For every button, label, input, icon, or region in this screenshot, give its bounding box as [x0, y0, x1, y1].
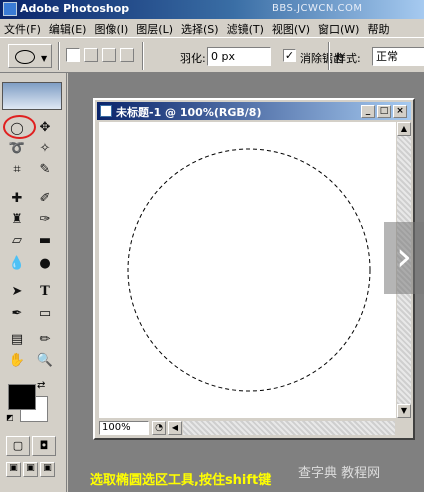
gradient-icon[interactable]: ▬ [34, 232, 56, 250]
type-icon[interactable]: T [34, 283, 56, 301]
rectangle-icon[interactable]: ▭ [34, 305, 56, 323]
scroll-left-arrow-icon[interactable]: ◀ [168, 421, 182, 435]
document-status-bar: 100% ◔ ◀ [97, 420, 397, 436]
healing-brush-icon[interactable]: ✚ [6, 190, 28, 208]
menu-file[interactable]: 文件(F) [0, 19, 45, 37]
zoom-field[interactable]: 100% [99, 421, 149, 435]
divider [58, 42, 60, 70]
divider [142, 42, 144, 70]
hand-icon[interactable]: ✋ [6, 352, 28, 370]
status-info-icon[interactable]: ◔ [152, 421, 166, 435]
tool-preset-picker[interactable]: ▼ [8, 44, 52, 68]
blur-icon[interactable]: 💧 [6, 255, 28, 273]
feather-label: 羽化: [180, 52, 206, 65]
ellipse-icon [15, 50, 35, 64]
horizontal-scrollbar[interactable] [183, 421, 395, 435]
document-title-bar[interactable]: 未标题-1 @ 100%(RGB/8) _ □ × [97, 102, 411, 120]
brush-icon[interactable]: ✐ [34, 190, 56, 208]
move-icon[interactable]: ✥ [34, 119, 56, 137]
menu-bar: 文件(F) 编辑(E) 图像(I) 图层(L) 选择(S) 滤镜(T) 视图(V) 窗口(W)… [0, 19, 424, 37]
screen-mode-standard-icon[interactable]: ▣ [6, 462, 21, 477]
slice-icon[interactable]: ✎ [34, 161, 56, 179]
subtract-selection-icon[interactable] [102, 48, 116, 62]
site-watermark: 查字典 教程网 [298, 466, 381, 481]
notes-icon[interactable]: ▤ [6, 331, 28, 349]
menu-help[interactable]: 帮助 [363, 19, 393, 37]
crop-icon[interactable]: ⌗ [6, 161, 28, 179]
path-selection-icon[interactable]: ➤ [6, 283, 28, 301]
tutorial-caption: 选取椭圆选区工具,按住shift键 [90, 473, 272, 488]
new-selection-icon[interactable] [66, 48, 80, 62]
eraser-icon[interactable]: ▱ [6, 232, 28, 250]
quick-mask-icon[interactable]: ◘ [32, 436, 56, 456]
style-label: 样式: [335, 52, 361, 65]
menu-window[interactable]: 窗口(W) [314, 19, 363, 37]
foreground-color-swatch[interactable] [8, 384, 36, 410]
default-colors-icon[interactable]: ◩ [6, 413, 14, 422]
app-title-bar: Adobe Photoshop BBS.JCWCN.COM [0, 0, 424, 19]
options-bar: ▼ 羽化: 0 px ✓ 消除锯齿 样式: 正常 [0, 37, 424, 73]
maximize-button[interactable]: □ [377, 105, 391, 118]
photoshop-app-icon [3, 2, 17, 16]
add-selection-icon[interactable] [84, 48, 98, 62]
antialias-checkbox[interactable]: ✓ [283, 49, 296, 62]
eyedropper-icon[interactable]: ✏ [34, 331, 56, 349]
feather-logo-icon[interactable] [2, 82, 62, 110]
document-title: 未标题-1 @ 100%(RGB/8) [116, 106, 262, 119]
chevron-down-icon: ▼ [41, 54, 48, 63]
menu-view[interactable]: 视图(V) [268, 19, 314, 37]
close-button[interactable]: × [393, 105, 407, 118]
scroll-down-arrow-icon[interactable]: ▼ [397, 404, 411, 418]
pen-icon[interactable]: ✒ [6, 305, 28, 323]
menu-layer[interactable]: 图层(L) [132, 19, 177, 37]
lasso-icon[interactable]: ➰ [6, 140, 28, 158]
document-icon [100, 105, 112, 117]
zoom-icon[interactable]: 🔍 [34, 352, 56, 370]
magic-wand-icon[interactable]: ✧ [34, 140, 56, 158]
next-slide-arrow-icon[interactable]: › [384, 222, 424, 294]
divider [328, 42, 330, 70]
elliptical-selection-marquee [127, 148, 371, 392]
highlight-ring [3, 115, 36, 139]
menu-filter[interactable]: 滤镜(T) [223, 19, 268, 37]
document-window: 未标题-1 @ 100%(RGB/8) _ □ × ▲ ▼ 100% ◔ ◀ [93, 98, 415, 440]
menu-select[interactable]: 选择(S) [177, 19, 223, 37]
menu-image[interactable]: 图像(I) [90, 19, 132, 37]
scroll-up-arrow-icon[interactable]: ▲ [397, 122, 411, 136]
intersect-selection-icon[interactable] [120, 48, 134, 62]
selection-overlay [127, 148, 371, 392]
app-title: Adobe Photoshop [20, 2, 130, 15]
style-select[interactable]: 正常 [372, 47, 424, 66]
swap-colors-icon[interactable]: ⇄ [37, 380, 45, 391]
title-watermark: BBS.JCWCN.COM [272, 3, 363, 14]
minimize-button[interactable]: _ [361, 105, 375, 118]
feather-input[interactable]: 0 px [207, 47, 271, 66]
history-brush-icon[interactable]: ✑ [34, 211, 56, 229]
screen-mode-full-icon[interactable]: ▣ [40, 462, 55, 477]
menu-edit[interactable]: 编辑(E) [45, 19, 91, 37]
screen-mode-full-menu-icon[interactable]: ▣ [23, 462, 38, 477]
clone-stamp-icon[interactable]: ♜ [6, 211, 28, 229]
standard-mode-icon[interactable]: ▢ [6, 436, 30, 456]
canvas[interactable] [99, 122, 396, 418]
dodge-icon[interactable]: ● [34, 255, 56, 273]
